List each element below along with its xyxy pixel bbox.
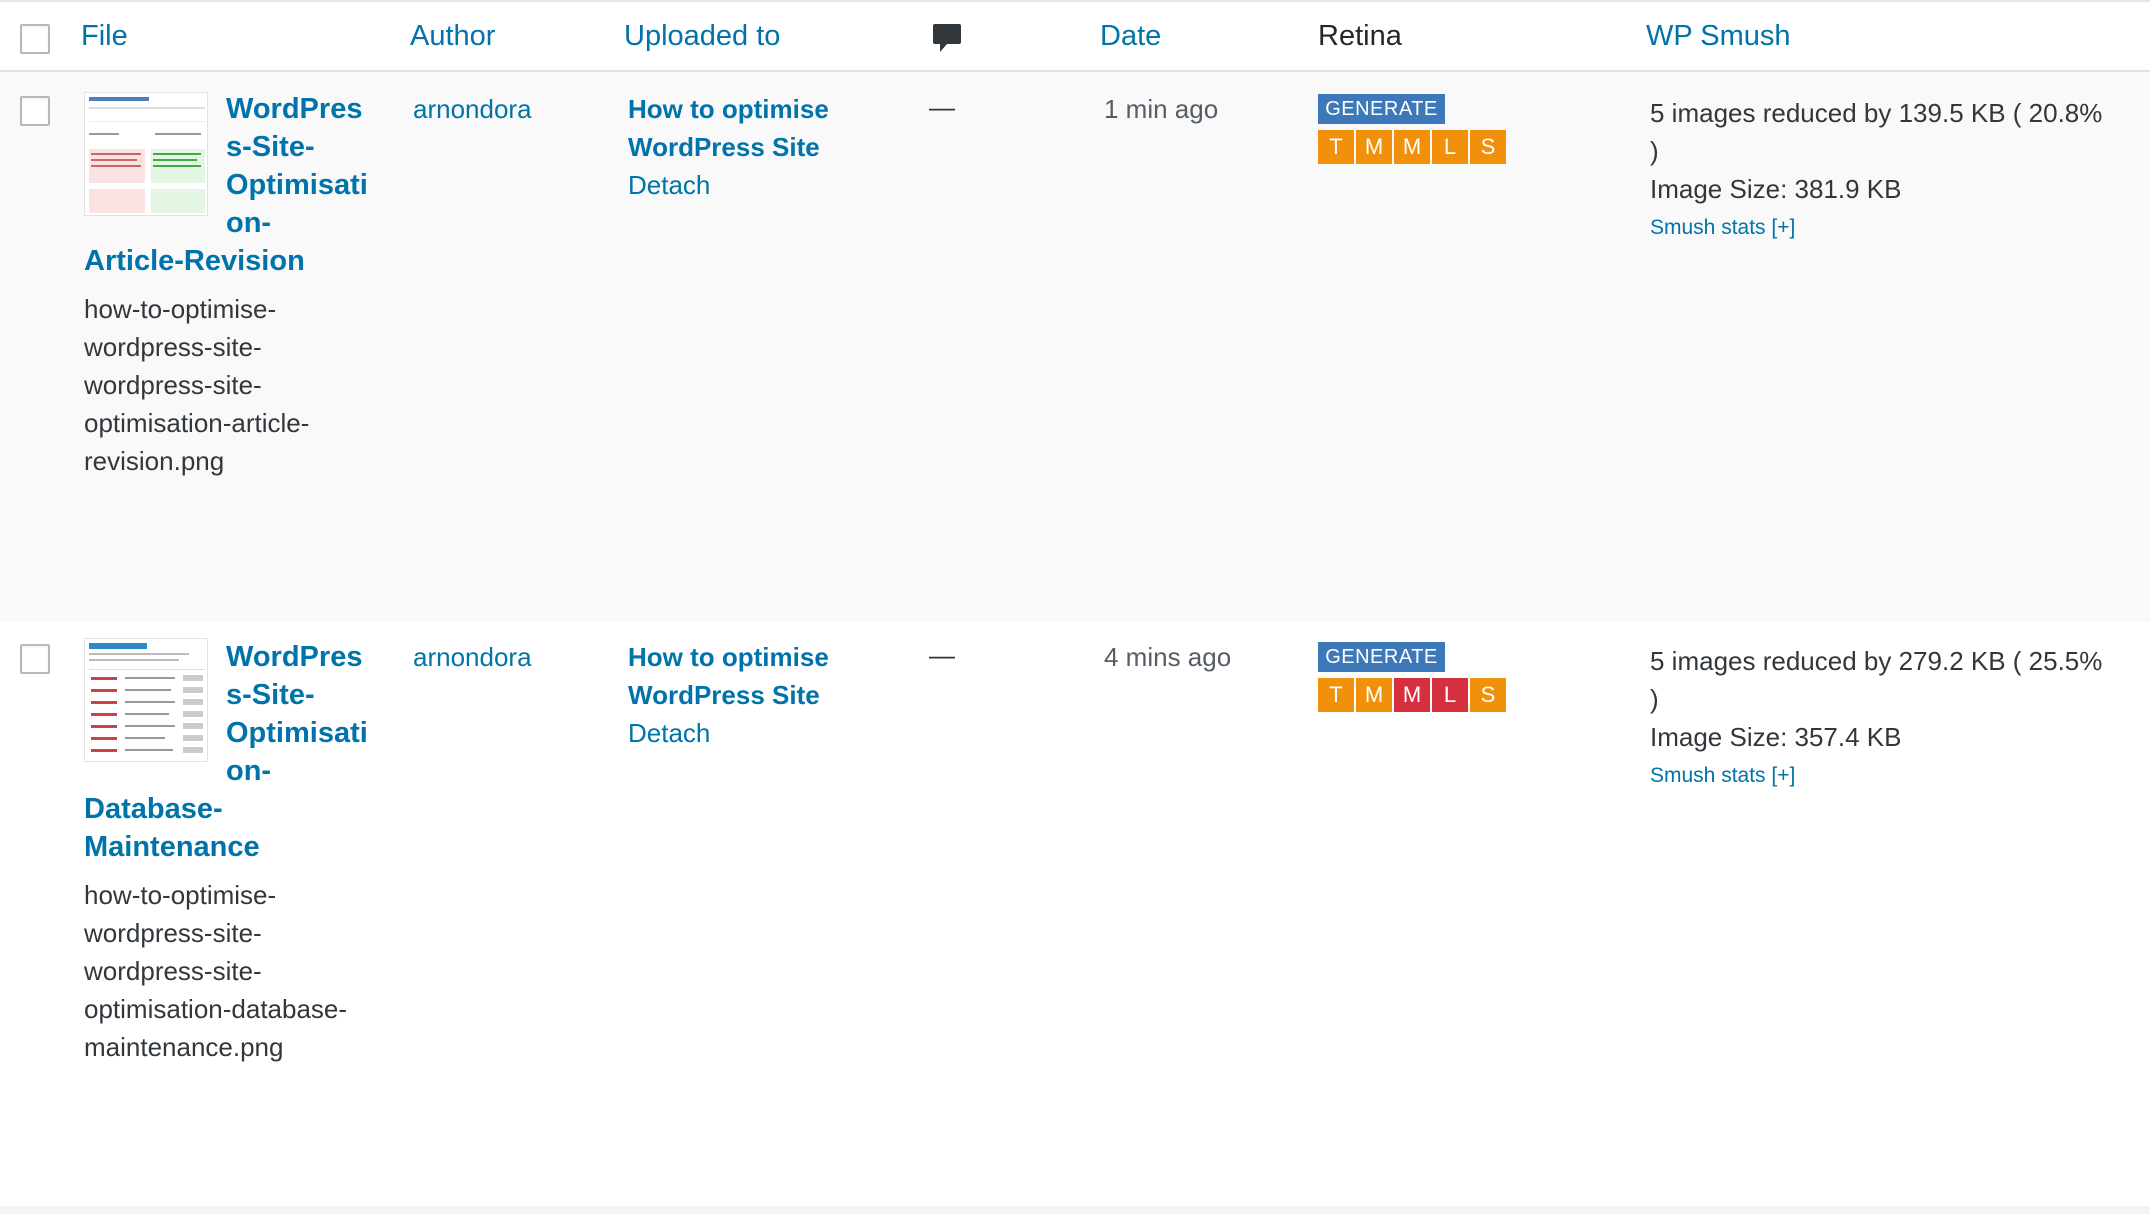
smush-stats-link[interactable]: Smush stats [+] bbox=[1650, 216, 1795, 240]
media-title-link[interactable]: WordPres bbox=[226, 90, 362, 128]
row-checkbox[interactable] bbox=[20, 96, 50, 126]
table-row: WordPres s-Site- Optimisati on- Article-… bbox=[0, 72, 2150, 622]
smush-summary: 5 images reduced by 279.2 KB ( 25.5% bbox=[1650, 646, 2103, 676]
generate-retina-button[interactable]: GENERATE bbox=[1318, 642, 1445, 672]
smush-summary-end: ) bbox=[1650, 136, 1659, 166]
file-name: how-to-optimise- bbox=[84, 294, 277, 324]
size-badge-t: T bbox=[1318, 130, 1354, 164]
media-title-link[interactable]: Article-Revision bbox=[84, 242, 305, 280]
file-name: maintenance.png bbox=[84, 1032, 284, 1062]
media-title-link[interactable]: s-Site- bbox=[226, 128, 315, 166]
media-title-link[interactable]: on- bbox=[226, 204, 271, 242]
image-size: Image Size: 357.4 KB bbox=[1650, 722, 1902, 752]
media-thumbnail[interactable] bbox=[84, 638, 208, 762]
table-footer-divider bbox=[0, 1206, 2150, 1214]
size-badge-l: L bbox=[1432, 130, 1468, 164]
row-checkbox[interactable] bbox=[20, 644, 50, 674]
column-author[interactable]: Author bbox=[410, 20, 495, 53]
smush-summary: 5 images reduced by 139.5 KB ( 20.8% bbox=[1650, 98, 2103, 128]
file-name: revision.png bbox=[84, 446, 225, 476]
table-row: WordPres s-Site- Optimisati on- Database… bbox=[0, 622, 2150, 1206]
media-thumbnail[interactable] bbox=[84, 92, 208, 216]
media-title-link[interactable]: s-Site- bbox=[226, 676, 315, 714]
media-title-link[interactable]: Database- bbox=[84, 790, 223, 828]
column-wp-smush[interactable]: WP Smush bbox=[1646, 20, 1791, 53]
smush-stats-link[interactable]: Smush stats [+] bbox=[1650, 764, 1795, 788]
size-badge-m: M bbox=[1356, 130, 1392, 164]
size-badge-s: S bbox=[1470, 130, 1506, 164]
media-title-link[interactable]: Optimisati bbox=[226, 166, 368, 204]
media-title-link[interactable]: Optimisati bbox=[226, 714, 368, 752]
comment-count: — bbox=[929, 640, 955, 670]
uploaded-to-link[interactable]: How to optimise bbox=[628, 90, 829, 128]
media-title-link[interactable]: WordPres bbox=[226, 638, 362, 676]
column-retina: Retina bbox=[1318, 20, 1402, 52]
size-badge-s: S bbox=[1470, 678, 1506, 712]
file-name: wordpress-site- bbox=[84, 918, 262, 948]
generate-retina-button[interactable]: GENERATE bbox=[1318, 94, 1445, 124]
file-name: how-to-optimise- bbox=[84, 880, 277, 910]
size-badge-m: M bbox=[1356, 678, 1392, 712]
file-name: optimisation-article- bbox=[84, 408, 310, 438]
size-badge-m: M bbox=[1394, 130, 1430, 164]
detach-link[interactable]: Detach bbox=[628, 170, 710, 201]
table-header: File Author Uploaded to Date Retina WP S… bbox=[0, 0, 2150, 72]
author-link[interactable]: arnondora bbox=[413, 642, 532, 673]
select-all-checkbox[interactable] bbox=[20, 24, 50, 54]
author-link[interactable]: arnondora bbox=[413, 94, 532, 125]
retina-size-badges: T M M L S bbox=[1318, 130, 1506, 164]
size-badge-m: M bbox=[1394, 678, 1430, 712]
detach-link[interactable]: Detach bbox=[628, 718, 710, 749]
uploaded-to-link[interactable]: WordPress Site bbox=[628, 676, 820, 714]
comment-count: — bbox=[929, 92, 955, 122]
size-badge-t: T bbox=[1318, 678, 1354, 712]
column-date[interactable]: Date bbox=[1100, 20, 1161, 53]
file-name: wordpress-site- bbox=[84, 370, 262, 400]
smush-summary-end: ) bbox=[1650, 684, 1659, 714]
column-uploaded-to[interactable]: Uploaded to bbox=[624, 20, 780, 53]
retina-size-badges: T M M L S bbox=[1318, 678, 1506, 712]
upload-date: 1 min ago bbox=[1104, 94, 1219, 124]
file-name: wordpress-site- bbox=[84, 956, 262, 986]
column-file[interactable]: File bbox=[81, 20, 128, 53]
media-title-link[interactable]: Maintenance bbox=[84, 828, 260, 866]
upload-date: 4 mins ago bbox=[1104, 642, 1232, 672]
uploaded-to-link[interactable]: WordPress Site bbox=[628, 128, 820, 166]
media-title-link[interactable]: on- bbox=[226, 752, 271, 790]
file-name: wordpress-site- bbox=[84, 332, 262, 362]
uploaded-to-link[interactable]: How to optimise bbox=[628, 638, 829, 676]
size-badge-l: L bbox=[1432, 678, 1468, 712]
file-name: optimisation-database- bbox=[84, 994, 348, 1024]
image-size: Image Size: 381.9 KB bbox=[1650, 174, 1902, 204]
comment-bubble-icon[interactable] bbox=[932, 22, 962, 63]
